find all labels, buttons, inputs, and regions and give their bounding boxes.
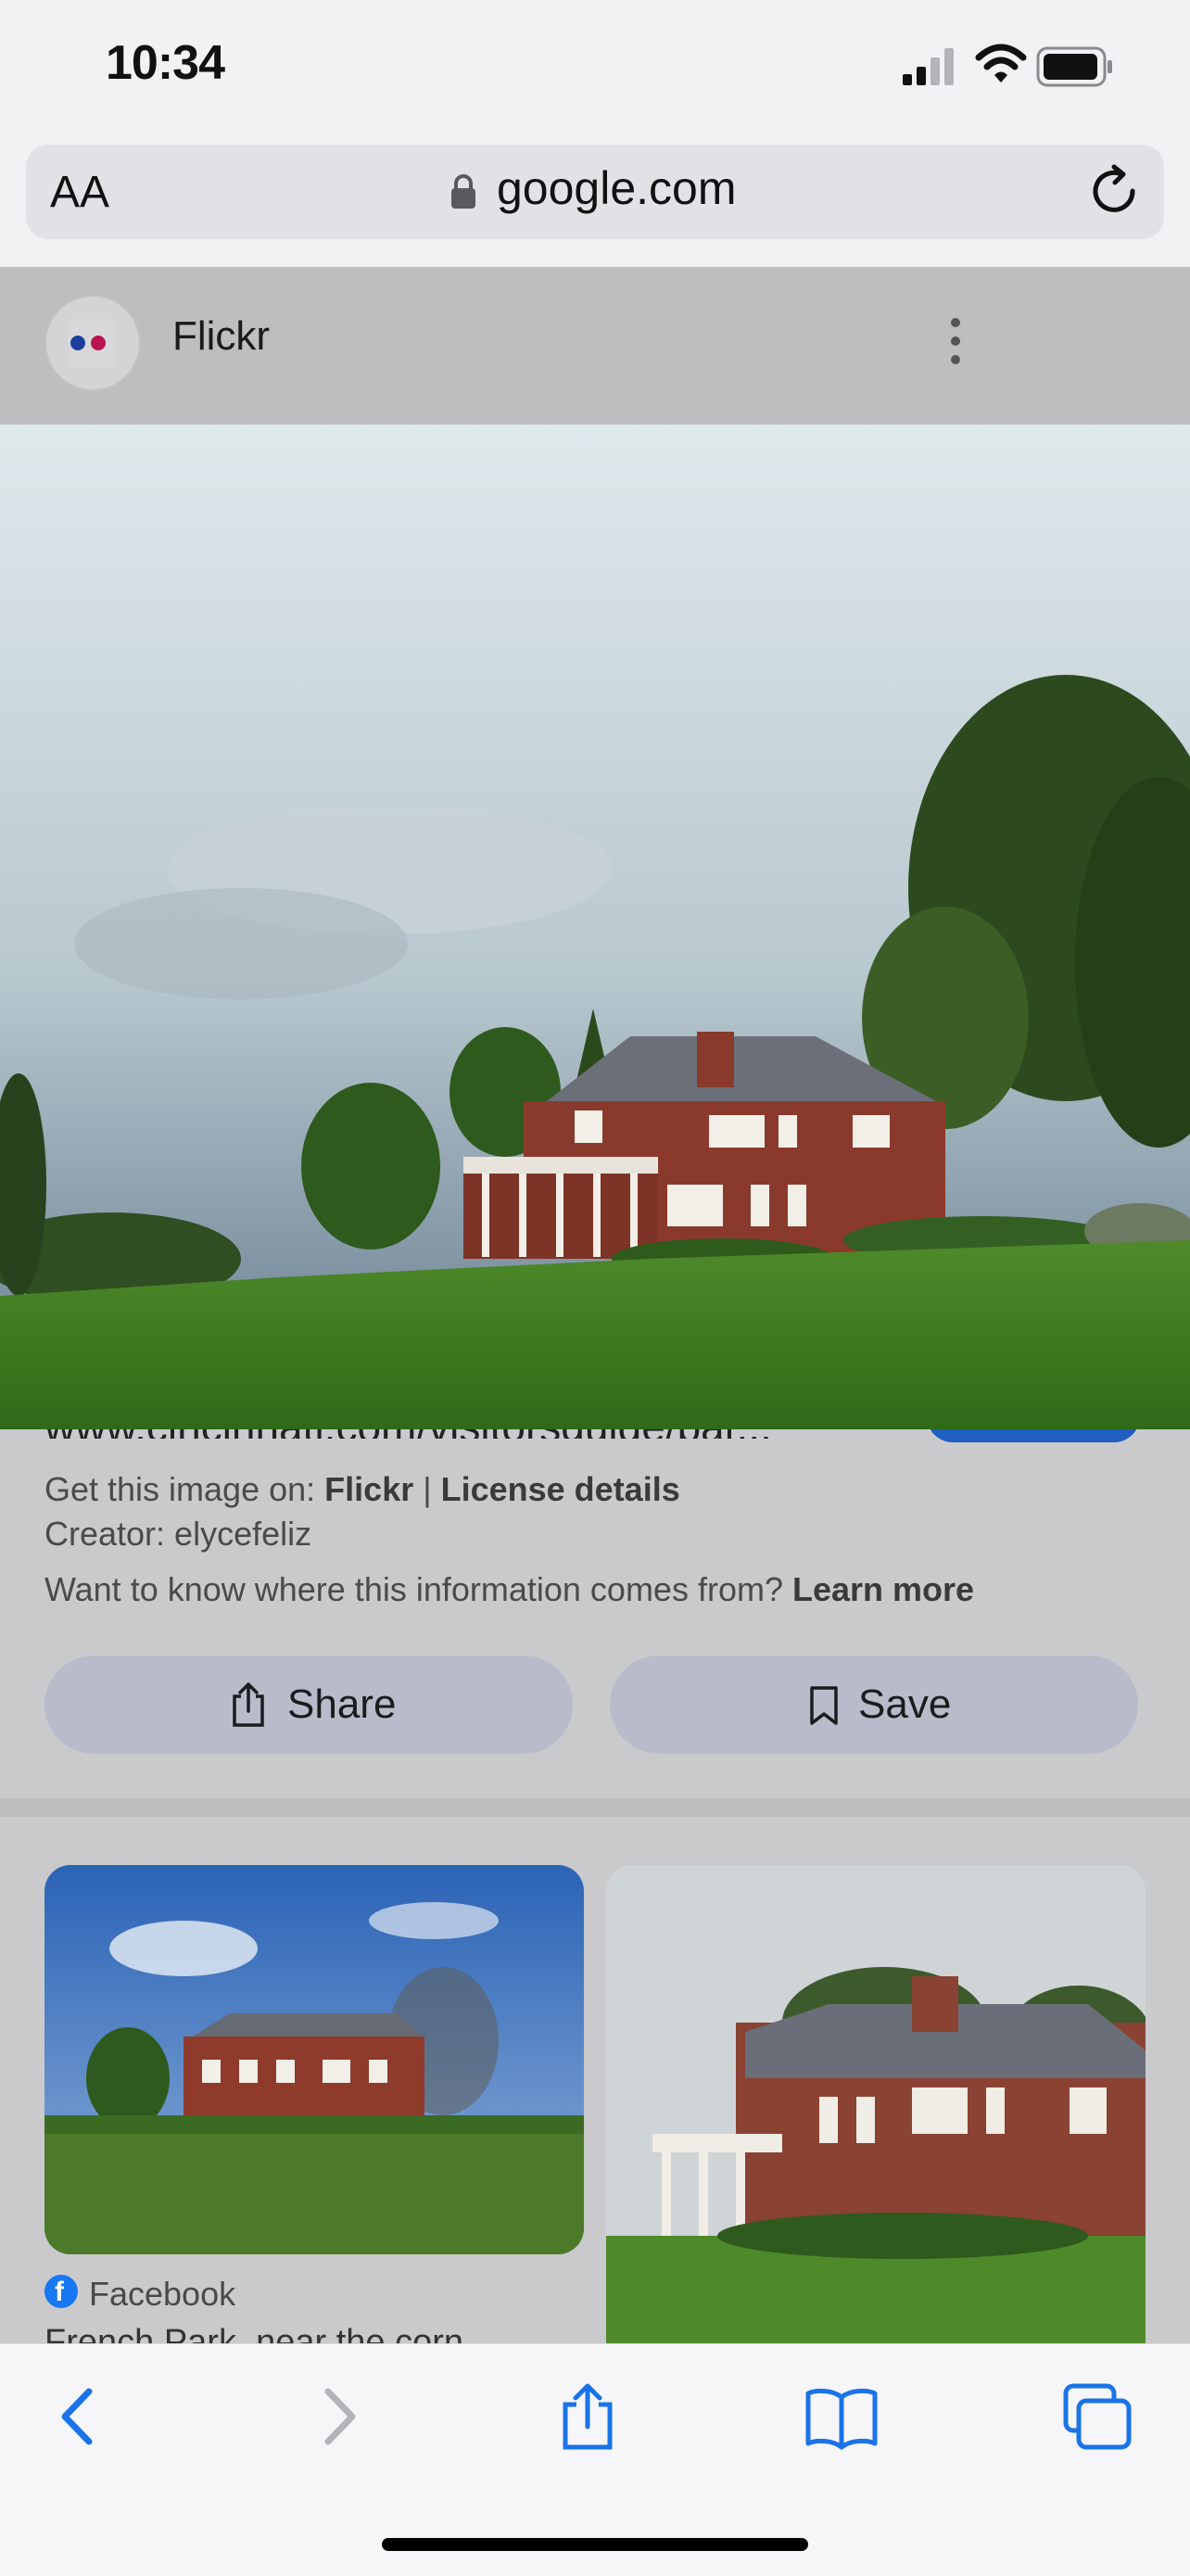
back-arrow-icon[interactable]	[41, 2382, 119, 2451]
share-icon[interactable]	[549, 2382, 627, 2451]
save-label: Save	[858, 1681, 952, 1727]
info-source-line: Want to know where this information come…	[44, 1570, 974, 1609]
main-image[interactable]	[0, 425, 1190, 1429]
info-question: Want to know where this information come…	[44, 1570, 783, 1608]
source-name[interactable]: Flickr	[172, 313, 270, 360]
link-separator: |	[423, 1470, 432, 1508]
forward-arrow-icon[interactable]	[298, 2382, 376, 2451]
creator-line: Creator: elycefeliz	[44, 1515, 312, 1553]
share-icon	[233, 1682, 264, 1727]
save-button[interactable]: Save	[610, 1656, 1138, 1754]
text-size-label: AA	[50, 168, 110, 217]
related-image-1[interactable]	[44, 1865, 584, 2254]
get-image-line: Get this image on: Flickr | License deta…	[44, 1470, 680, 1509]
bookmarks-icon[interactable]	[803, 2382, 880, 2451]
status-time: 10:34	[106, 36, 225, 90]
lock-icon	[451, 174, 475, 209]
bookmark-icon	[810, 1686, 838, 1725]
get-image-prefix: Get this image on:	[44, 1470, 316, 1508]
home-indicator	[382, 2538, 808, 2551]
flickr-logo-icon[interactable]	[44, 295, 141, 391]
share-label: Share	[287, 1681, 397, 1727]
reload-icon[interactable]	[1090, 163, 1142, 217]
facebook-icon: f	[44, 2275, 78, 2308]
related-source-1[interactable]: Facebook	[89, 2275, 235, 2314]
learn-more-link[interactable]: Learn more	[792, 1570, 974, 1608]
share-button[interactable]: Share	[44, 1656, 573, 1754]
cellular-signal-icon	[903, 48, 954, 85]
more-options-icon[interactable]	[942, 315, 969, 367]
license-details-link[interactable]: License details	[441, 1470, 680, 1508]
tabs-icon[interactable]	[1058, 2382, 1136, 2451]
url-text[interactable]: google.com	[497, 161, 737, 215]
section-divider	[0, 1798, 1190, 1817]
related-image-2[interactable]	[606, 1865, 1146, 2366]
text-size-button[interactable]: AA	[50, 167, 109, 218]
battery-icon	[1036, 46, 1112, 87]
wifi-icon	[975, 44, 1027, 82]
get-image-source-link[interactable]: Flickr	[324, 1470, 413, 1508]
